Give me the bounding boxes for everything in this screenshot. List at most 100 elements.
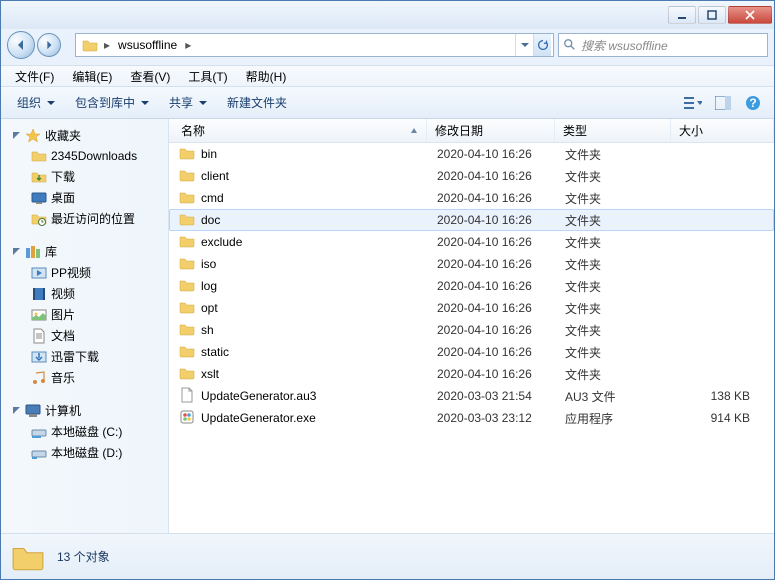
file-row[interactable]: opt2020-04-10 16:26文件夹	[169, 297, 774, 319]
forward-button[interactable]	[37, 33, 61, 57]
sidebar-item-downloads[interactable]: 下载	[1, 166, 168, 187]
file-row[interactable]: client2020-04-10 16:26文件夹	[169, 165, 774, 187]
refresh-button[interactable]	[533, 34, 551, 56]
folder-icon	[179, 343, 195, 362]
share-button[interactable]: 共享	[161, 90, 215, 115]
file-date: 2020-03-03 21:54	[437, 389, 565, 403]
favorites-header[interactable]: 收藏夹	[1, 125, 168, 146]
file-row[interactable]: sh2020-04-10 16:26文件夹	[169, 319, 774, 341]
column-size[interactable]: 大小	[671, 119, 774, 142]
file-row[interactable]: bin2020-04-10 16:26文件夹	[169, 143, 774, 165]
file-name: doc	[201, 213, 220, 227]
libraries-header[interactable]: 库	[1, 241, 168, 262]
file-date: 2020-04-10 16:26	[437, 345, 565, 359]
column-headers: 名称 修改日期 类型 大小	[169, 119, 774, 143]
sidebar-item-documents[interactable]: 文档	[1, 325, 168, 346]
file-type: 文件夹	[565, 344, 681, 361]
pictures-icon	[31, 307, 47, 323]
drive-icon	[31, 424, 47, 440]
file-name: sh	[201, 323, 214, 337]
sidebar-item-drive-d[interactable]: 本地磁盘 (D:)	[1, 442, 168, 463]
collapse-icon[interactable]	[11, 247, 21, 257]
file-type: 文件夹	[565, 234, 681, 251]
star-icon	[25, 128, 41, 144]
file-date: 2020-04-10 16:26	[437, 367, 565, 381]
favorites-label: 收藏夹	[45, 127, 81, 144]
file-size: 914 KB	[681, 411, 774, 425]
new-folder-button[interactable]: 新建文件夹	[219, 90, 295, 115]
desktop-icon	[31, 190, 47, 206]
folder-icon	[179, 255, 195, 274]
sidebar-item-videos[interactable]: 视频	[1, 283, 168, 304]
file-name: iso	[201, 257, 216, 271]
column-type[interactable]: 类型	[555, 119, 671, 142]
file-name: cmd	[201, 191, 224, 205]
sidebar-item-thunder[interactable]: 迅雷下载	[1, 346, 168, 367]
file-row[interactable]: iso2020-04-10 16:26文件夹	[169, 253, 774, 275]
file-row[interactable]: cmd2020-04-10 16:26文件夹	[169, 187, 774, 209]
menu-tools[interactable]: 工具(T)	[180, 66, 235, 87]
collapse-icon[interactable]	[11, 131, 21, 141]
navigation-bar: ▸ wsusoffline ▸ 搜索 wsusoffline	[1, 29, 774, 65]
breadcrumb-separator-icon[interactable]: ▸	[183, 38, 193, 52]
file-name: opt	[201, 301, 218, 315]
column-date[interactable]: 修改日期	[427, 119, 555, 142]
computer-header[interactable]: 计算机	[1, 400, 168, 421]
file-name: UpdateGenerator.au3	[201, 389, 316, 403]
minimize-button[interactable]	[668, 6, 696, 24]
file-rows[interactable]: bin2020-04-10 16:26文件夹client2020-04-10 1…	[169, 143, 774, 533]
file-row[interactable]: UpdateGenerator.au32020-03-03 21:54AU3 文…	[169, 385, 774, 407]
file-date: 2020-04-10 16:26	[437, 279, 565, 293]
navigation-pane[interactable]: 收藏夹 2345Downloads 下载 桌面 最近访问的位置 库 PP视频 视…	[1, 119, 169, 533]
sidebar-item-drive-c[interactable]: 本地磁盘 (C:)	[1, 421, 168, 442]
sidebar-item-ppvideo[interactable]: PP视频	[1, 262, 168, 283]
breadcrumb-folder[interactable]: wsusoffline	[112, 34, 183, 56]
file-name: xslt	[201, 367, 219, 381]
address-bar[interactable]: ▸ wsusoffline ▸	[75, 33, 554, 57]
maximize-button[interactable]	[698, 6, 726, 24]
sidebar-item-pictures[interactable]: 图片	[1, 304, 168, 325]
close-button[interactable]	[728, 6, 772, 24]
file-type: 文件夹	[565, 168, 681, 185]
back-button[interactable]	[7, 31, 35, 59]
address-dropdown[interactable]	[515, 34, 533, 56]
file-row[interactable]: UpdateGenerator.exe2020-03-03 23:12应用程序9…	[169, 407, 774, 429]
file-row[interactable]: exclude2020-04-10 16:26文件夹	[169, 231, 774, 253]
menu-edit[interactable]: 编辑(E)	[64, 66, 120, 87]
folder-icon	[179, 211, 195, 230]
menu-file[interactable]: 文件(F)	[7, 66, 62, 87]
search-box[interactable]: 搜索 wsusoffline	[558, 33, 768, 57]
file-icon	[179, 387, 195, 406]
column-name[interactable]: 名称	[169, 119, 427, 142]
file-row[interactable]: doc2020-04-10 16:26文件夹	[169, 209, 774, 231]
sidebar-item-2345downloads[interactable]: 2345Downloads	[1, 146, 168, 166]
view-options-button[interactable]	[680, 91, 706, 115]
file-name: exclude	[201, 235, 242, 249]
sidebar-item-desktop[interactable]: 桌面	[1, 187, 168, 208]
download-icon	[31, 349, 47, 365]
file-row[interactable]: xslt2020-04-10 16:26文件夹	[169, 363, 774, 385]
file-type: 文件夹	[565, 212, 681, 229]
preview-pane-button[interactable]	[710, 91, 736, 115]
menu-help[interactable]: 帮助(H)	[238, 66, 295, 87]
video-icon	[31, 265, 47, 281]
file-name: log	[201, 279, 217, 293]
file-row[interactable]: log2020-04-10 16:26文件夹	[169, 275, 774, 297]
sidebar-item-music[interactable]: 音乐	[1, 367, 168, 388]
downloads-icon	[31, 169, 47, 185]
file-date: 2020-04-10 16:26	[437, 301, 565, 315]
titlebar	[1, 1, 774, 29]
nav-buttons	[7, 30, 71, 60]
folder-icon	[179, 145, 195, 164]
documents-icon	[31, 328, 47, 344]
breadcrumb-separator-icon[interactable]: ▸	[102, 38, 112, 52]
sidebar-item-recent[interactable]: 最近访问的位置	[1, 208, 168, 229]
collapse-icon[interactable]	[11, 406, 21, 416]
file-row[interactable]: static2020-04-10 16:26文件夹	[169, 341, 774, 363]
organize-button[interactable]: 组织	[9, 90, 63, 115]
computer-group: 计算机 本地磁盘 (C:) 本地磁盘 (D:)	[1, 400, 168, 463]
include-in-library-button[interactable]: 包含到库中	[67, 90, 157, 115]
menu-view[interactable]: 查看(V)	[122, 66, 178, 87]
help-button[interactable]: ?	[740, 91, 766, 115]
favorites-group: 收藏夹 2345Downloads 下载 桌面 最近访问的位置	[1, 125, 168, 229]
